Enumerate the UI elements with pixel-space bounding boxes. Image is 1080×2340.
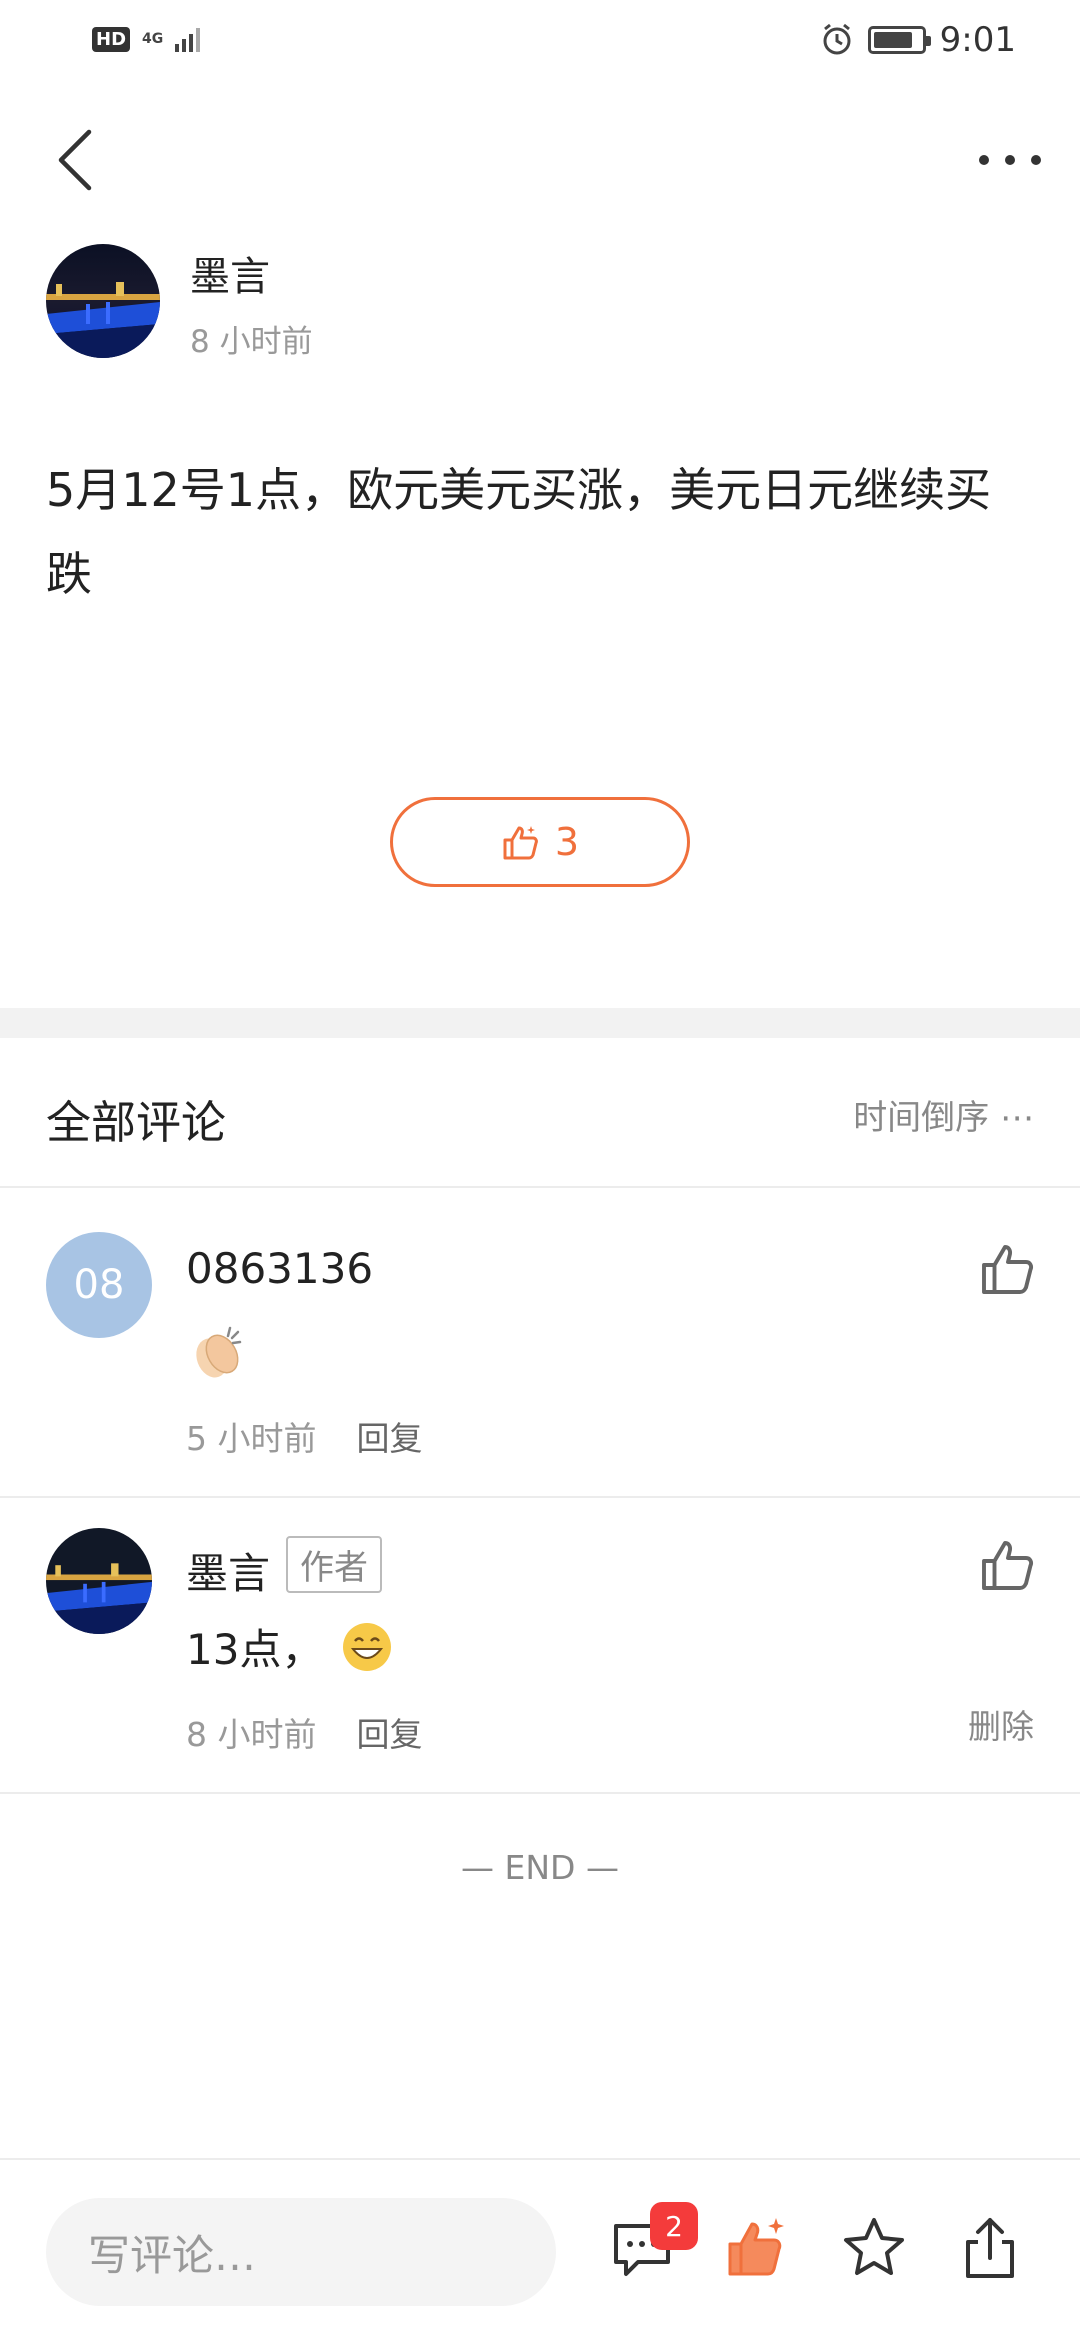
clock: 9:01 [939, 20, 1016, 60]
comment-content: 13点， [186, 1616, 393, 1677]
post-author: 墨言 8 小时前 [46, 244, 1026, 360]
comment-like-icon[interactable] [978, 1534, 1038, 1594]
commenter-name[interactable]: 0863136 [186, 1244, 373, 1293]
comment-time: 8 小时前 [186, 1715, 317, 1754]
nav-bar [0, 110, 1080, 210]
more-button[interactable] [960, 120, 1060, 200]
signal-icon [175, 28, 201, 52]
comment-count-badge: 2 [650, 2202, 698, 2250]
thumbs-up-filled-icon[interactable] [722, 2214, 790, 2282]
author-avatar[interactable] [46, 244, 160, 358]
comment-meta: 8 小时前 回复 [186, 1708, 423, 1756]
sort-selector[interactable]: 时间倒序 ⋯ [853, 1090, 1034, 1139]
bottom-action-bar: 写评论… 2 [0, 2158, 1080, 2340]
star-icon[interactable] [840, 2214, 908, 2282]
status-left: HD 4G [92, 26, 205, 52]
post-time: 8 小时前 [190, 324, 313, 360]
status-right: 9:01 [820, 20, 1016, 60]
reply-button[interactable]: 回复 [357, 1708, 423, 1756]
comment-like-icon[interactable] [978, 1238, 1038, 1298]
back-button[interactable] [40, 120, 110, 200]
more-dots-icon [979, 155, 1041, 165]
thumbs-up-icon [503, 826, 538, 860]
commenter-name[interactable]: 墨言 [186, 1540, 270, 1601]
grinning-face-emoji-icon [343, 1622, 392, 1671]
post-body: 5月12号1点，欧元美元买涨，美元日元继续买跌 [46, 463, 992, 601]
author-name[interactable]: 墨言 [190, 244, 270, 302]
comment-text: 13点， [186, 1625, 324, 1674]
author-tag: 作者 [286, 1536, 382, 1593]
comments-header: 全部评论 时间倒序 ⋯ [0, 1040, 1080, 1188]
chevron-left-icon [58, 129, 92, 191]
network-type: 4G [142, 31, 164, 47]
comment-time: 5 小时前 [186, 1419, 317, 1458]
clapping-hands-emoji-icon [196, 1326, 242, 1378]
end-marker: — END — [461, 1848, 619, 1887]
comment-item: 墨言 作者 13点， 8 小时前 回复 删除 [0, 1498, 1080, 1794]
alarm-icon [823, 23, 851, 55]
status-bar: HD 4G 9:01 [0, 0, 1080, 84]
share-icon[interactable] [956, 2214, 1024, 2282]
battery-icon [867, 26, 931, 54]
post-like-button[interactable]: 3 [390, 797, 690, 887]
delete-button[interactable]: 删除 [968, 1700, 1034, 1748]
reply-button[interactable]: 回复 [357, 1412, 423, 1460]
comment-meta: 5 小时前 回复 [186, 1412, 423, 1460]
comments-title: 全部评论 [46, 1096, 227, 1149]
comment-input[interactable]: 写评论… [46, 2198, 556, 2306]
commenter-avatar[interactable] [46, 1528, 152, 1634]
hd-indicator: HD [92, 26, 131, 52]
commenter-avatar[interactable]: 08 [46, 1232, 152, 1338]
comment-item: 08 0863136 5 小时前 回复 [0, 1190, 1080, 1498]
like-count: 3 [554, 820, 580, 864]
section-divider [0, 1008, 1080, 1038]
